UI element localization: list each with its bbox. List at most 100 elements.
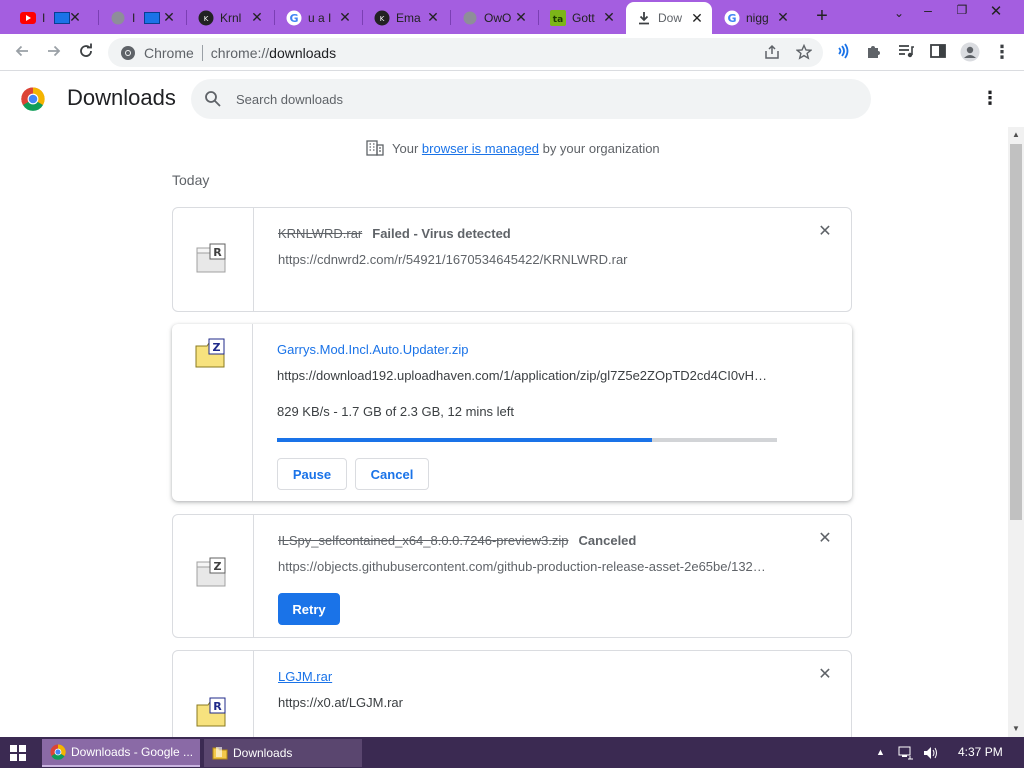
search-icon <box>205 91 221 107</box>
svg-text:Z: Z <box>214 560 222 573</box>
svg-text:K: K <box>204 15 209 23</box>
status-text: Canceled <box>578 533 637 548</box>
restore-button[interactable]: ❐ <box>952 3 972 17</box>
back-button[interactable] <box>12 42 32 62</box>
profile-avatar-icon[interactable] <box>960 42 980 62</box>
share-icon[interactable] <box>763 43 781 61</box>
media-queue-icon[interactable] <box>896 42 916 62</box>
file-icon-column: Z <box>172 324 253 501</box>
google-icon: G <box>286 10 302 26</box>
taskbar-explorer-window[interactable]: Downloads <box>204 739 362 767</box>
file-url: https://objects.githubusercontent.com/gi… <box>278 559 766 574</box>
file-icon-column: R <box>173 208 254 311</box>
progress-bar <box>277 438 777 442</box>
file-name: KRNLWRD.rar Failed - Virus detected <box>278 226 511 241</box>
remove-from-list-icon[interactable]: ✕ <box>817 667 833 683</box>
new-tab-button[interactable]: + <box>812 6 832 27</box>
extension-wifi-icon[interactable] <box>832 42 852 62</box>
chrome-icon <box>50 744 66 760</box>
scroll-down-arrow-icon[interactable]: ▼ <box>1008 721 1024 737</box>
tray-overflow-icon[interactable]: ▲ <box>876 747 885 757</box>
cancel-button[interactable]: Cancel <box>355 458 429 490</box>
scrollbar-thumb[interactable] <box>1010 144 1022 520</box>
tab-close-icon[interactable]: ✕ <box>690 11 704 25</box>
url-path: downloads <box>269 44 337 61</box>
file-icon-column: R <box>173 651 254 737</box>
file-name-link[interactable]: LGJM.rar <box>278 669 332 684</box>
volume-icon[interactable] <box>922 745 938 764</box>
address-bar[interactable]: Chrome chrome://downloads <box>108 38 823 67</box>
downloads-header: Downloads ⋮ <box>0 71 1024 127</box>
tab-strip: I ✕ I ✕ K Krnl ✕ G u a I ✕ K Ema ✕ OwO ✕… <box>0 0 1024 34</box>
tab-close-icon[interactable]: ✕ <box>68 10 82 24</box>
tab-krnl[interactable]: K Krnl ✕ <box>188 4 272 31</box>
date-section-label: Today <box>172 172 210 188</box>
search-input[interactable] <box>236 91 836 107</box>
page-scrollbar[interactable]: ▲ ▼ <box>1008 127 1024 737</box>
globe-icon <box>110 10 126 26</box>
zip-file-icon: Z <box>195 338 225 368</box>
forward-button[interactable] <box>44 42 64 62</box>
zip-file-icon: Z <box>196 557 226 587</box>
taskbar-clock[interactable]: 4:37 PM <box>958 745 1003 759</box>
tab-search-icon[interactable]: ⌄ <box>889 6 909 20</box>
svg-text:R: R <box>213 246 222 259</box>
tab-close-icon[interactable]: ✕ <box>514 10 528 24</box>
file-name-link[interactable]: Garrys.Mod.Incl.Auto.Updater.zip <box>277 342 468 357</box>
tab-title: nigg <box>746 10 769 25</box>
network-icon[interactable] <box>898 745 914 764</box>
managed-link[interactable]: browser is managed <box>422 141 539 156</box>
taskbar-chrome-window[interactable]: Downloads - Google ... <box>42 739 200 767</box>
tab-gott[interactable]: ta Gott ✕ <box>540 4 624 31</box>
tab-close-icon[interactable]: ✕ <box>338 10 352 24</box>
tab-close-icon[interactable]: ✕ <box>602 10 616 24</box>
scroll-up-arrow-icon[interactable]: ▲ <box>1008 127 1024 143</box>
globe-icon <box>462 10 478 26</box>
search-downloads-box[interactable] <box>191 79 871 119</box>
bookmark-star-icon[interactable] <box>795 43 813 61</box>
tab-google[interactable]: G u a I ✕ <box>276 4 360 31</box>
tab-email[interactable]: K Ema ✕ <box>364 4 448 31</box>
google-icon: G <box>724 10 740 26</box>
remove-from-list-icon[interactable]: ✕ <box>817 224 833 240</box>
extensions-puzzle-icon[interactable] <box>864 42 884 62</box>
window-icon <box>144 10 160 26</box>
url-text: chrome://downloads <box>211 45 336 61</box>
tab-close-icon[interactable]: ✕ <box>250 10 264 24</box>
retry-button[interactable]: Retry <box>278 593 340 625</box>
tab-close-icon[interactable]: ✕ <box>776 10 790 24</box>
tab-close-icon[interactable]: ✕ <box>426 10 440 24</box>
tab-title: Krnl <box>220 10 242 25</box>
close-window-button[interactable]: ✕ <box>986 2 1006 20</box>
file-name: ILSpy_selfcontained_x64_8.0.0.7246-previ… <box>278 533 636 548</box>
tab-close-icon[interactable]: ✕ <box>162 10 176 24</box>
reload-button[interactable] <box>76 42 96 62</box>
windows-start-icon[interactable] <box>10 745 26 761</box>
browser-toolbar: Chrome chrome://downloads ⋮ <box>0 34 1024 71</box>
more-actions-icon[interactable]: ⋮ <box>980 89 1000 109</box>
file-name-text: ILSpy_selfcontained_x64_8.0.0.7246-previ… <box>278 533 569 548</box>
folder-icon <box>212 747 228 760</box>
rar-file-icon: R <box>196 697 226 727</box>
browser-menu-icon[interactable]: ⋮ <box>992 42 1012 62</box>
ta-icon: ta <box>550 9 566 26</box>
managed-prefix: Your <box>392 140 419 156</box>
tab-youtube[interactable]: I ✕ <box>10 4 90 31</box>
tab-window[interactable]: I ✕ <box>100 4 184 31</box>
reload-icon <box>80 43 92 57</box>
download-item: Z ILSpy_selfcontained_x64_8.0.0.7246-pre… <box>172 514 852 638</box>
pause-button[interactable]: Pause <box>277 458 347 490</box>
tab-owo[interactable]: OwO ✕ <box>452 4 536 31</box>
url-scheme: chrome:// <box>210 44 270 61</box>
side-panel-icon[interactable] <box>928 42 948 62</box>
managed-notice: Your browser is managed by your organiza… <box>366 140 660 156</box>
svg-text:ta: ta <box>553 15 563 25</box>
tab-downloads[interactable]: Dow ✕ <box>626 2 712 34</box>
download-item: R LGJM.rar https://x0.at/LGJM.rar ✕ <box>172 650 852 737</box>
krnl-icon: K <box>198 10 214 26</box>
downloads-list: Your browser is managed by your organiza… <box>0 127 1008 737</box>
tab-google-2[interactable]: G nigg ✕ <box>714 4 798 31</box>
progress-description: 829 KB/s - 1.7 GB of 2.3 GB, 12 mins lef… <box>277 404 515 419</box>
minimize-button[interactable]: ‒ <box>918 2 938 18</box>
remove-from-list-icon[interactable]: ✕ <box>817 531 833 547</box>
